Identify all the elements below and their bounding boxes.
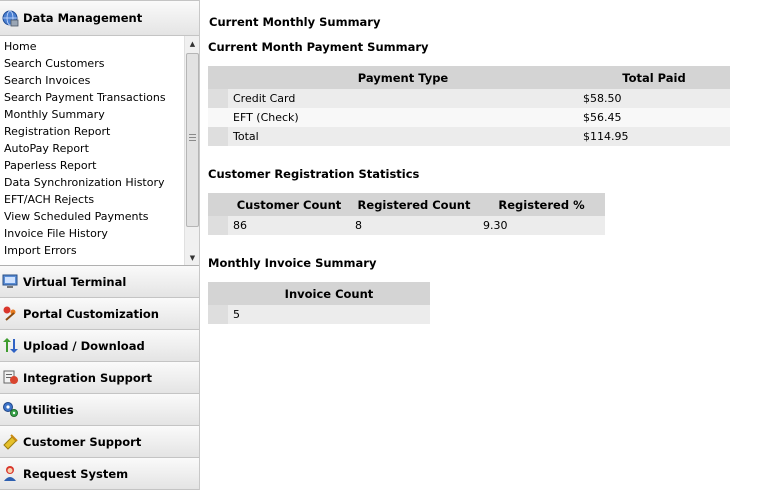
cell-total-paid: $56.45 bbox=[578, 108, 730, 127]
section-upload-download[interactable]: Upload / Download bbox=[0, 330, 199, 362]
invoice-summary-title: Monthly Invoice Summary bbox=[208, 256, 377, 270]
sidebar: Data Management Home Search Customers Se… bbox=[0, 0, 200, 490]
col-header-invoice-count: Invoice Count bbox=[228, 282, 430, 305]
support-icon bbox=[1, 433, 19, 451]
col-header-payment-type: Payment Type bbox=[228, 66, 578, 89]
up-down-arrows-icon bbox=[1, 337, 19, 355]
integration-icon bbox=[1, 369, 19, 387]
section-portal-customization[interactable]: Portal Customization bbox=[0, 298, 199, 330]
payment-summary-title: Current Month Payment Summary bbox=[208, 40, 429, 54]
section-label: Data Management bbox=[23, 11, 143, 25]
grip-icon bbox=[189, 134, 196, 143]
section-customer-support[interactable]: Customer Support bbox=[0, 426, 199, 458]
section-request-system[interactable]: Request System bbox=[0, 458, 199, 490]
brush-icon bbox=[1, 305, 19, 323]
section-label: Upload / Download bbox=[23, 338, 145, 353]
row-gutter bbox=[208, 193, 228, 216]
scroll-down-arrow-icon[interactable]: ▼ bbox=[185, 250, 199, 265]
cell-payment-type: EFT (Check) bbox=[228, 108, 578, 127]
nav-list: Home Search Customers Search Invoices Se… bbox=[0, 36, 199, 259]
cell-registered-percent: 9.30 bbox=[478, 216, 605, 235]
nav-item-invoice-file-history[interactable]: Invoice File History bbox=[4, 225, 199, 242]
cell-payment-type: Total bbox=[228, 127, 578, 146]
nav-item-search-payment-transactions[interactable]: Search Payment Transactions bbox=[4, 89, 199, 106]
table-row: EFT (Check) $56.45 bbox=[208, 108, 730, 127]
row-gutter bbox=[208, 89, 228, 108]
section-virtual-terminal[interactable]: Virtual Terminal bbox=[0, 266, 199, 298]
col-header-customer-count: Customer Count bbox=[228, 193, 350, 216]
section-label: Portal Customization bbox=[23, 306, 159, 321]
row-gutter bbox=[208, 282, 228, 305]
section-label: Customer Support bbox=[23, 434, 142, 449]
nav-item-import-errors[interactable]: Import Errors bbox=[4, 242, 199, 259]
nav-item-data-synchronization-history[interactable]: Data Synchronization History bbox=[4, 174, 199, 191]
table-row: 86 8 9.30 bbox=[208, 216, 605, 235]
cell-payment-type: Credit Card bbox=[228, 89, 578, 108]
scroll-thumb[interactable] bbox=[186, 53, 199, 227]
table-header-row: Customer Count Registered Count Register… bbox=[208, 193, 605, 216]
section-utilities[interactable]: Utilities bbox=[0, 394, 199, 426]
invoice-summary-table: Invoice Count 5 bbox=[208, 282, 430, 324]
row-gutter bbox=[208, 108, 228, 127]
cell-registered-count: 8 bbox=[350, 216, 478, 235]
nav-item-eft-ach-rejects[interactable]: EFT/ACH Rejects bbox=[4, 191, 199, 208]
row-gutter bbox=[208, 216, 228, 235]
section-label: Request System bbox=[23, 466, 129, 481]
cell-customer-count: 86 bbox=[228, 216, 350, 235]
row-gutter bbox=[208, 66, 228, 89]
cell-total-paid: $114.95 bbox=[578, 127, 730, 146]
table-row: Total $114.95 bbox=[208, 127, 730, 146]
col-header-total-paid: Total Paid bbox=[578, 66, 730, 89]
nav-item-autopay-report[interactable]: AutoPay Report bbox=[4, 140, 199, 157]
table-header-row: Payment Type Total Paid bbox=[208, 66, 730, 89]
nav-item-paperless-report[interactable]: Paperless Report bbox=[4, 157, 199, 174]
nav-list-panel: Home Search Customers Search Invoices Se… bbox=[0, 36, 199, 266]
scroll-up-arrow-icon[interactable]: ▲ bbox=[185, 36, 199, 51]
page-title: Current Monthly Summary bbox=[209, 15, 381, 29]
nav-item-home[interactable]: Home bbox=[4, 38, 199, 55]
section-label: Utilities bbox=[23, 402, 74, 417]
table-header-row: Invoice Count bbox=[208, 282, 430, 305]
nav-item-search-customers[interactable]: Search Customers bbox=[4, 55, 199, 72]
nav-item-registration-report[interactable]: Registration Report bbox=[4, 123, 199, 140]
col-header-registered-count: Registered Count bbox=[350, 193, 478, 216]
row-gutter bbox=[208, 127, 228, 146]
nav-item-view-scheduled-payments[interactable]: View Scheduled Payments bbox=[4, 208, 199, 225]
nav-item-search-invoices[interactable]: Search Invoices bbox=[4, 72, 199, 89]
table-row: 5 bbox=[208, 305, 430, 324]
registration-stats-title: Customer Registration Statistics bbox=[208, 167, 420, 181]
table-row: Credit Card $58.50 bbox=[208, 89, 730, 108]
cell-invoice-count: 5 bbox=[228, 305, 430, 324]
person-icon bbox=[1, 465, 19, 483]
nav-list-scrollbar[interactable]: ▲ ▼ bbox=[184, 36, 199, 265]
row-gutter bbox=[208, 305, 228, 324]
computer-icon bbox=[1, 273, 19, 291]
section-data-management[interactable]: Data Management bbox=[0, 0, 199, 36]
col-header-registered-percent: Registered % bbox=[478, 193, 605, 216]
registration-stats-table: Customer Count Registered Count Register… bbox=[208, 193, 605, 235]
section-integration-support[interactable]: Integration Support bbox=[0, 362, 199, 394]
section-label: Integration Support bbox=[23, 370, 152, 385]
section-label: Virtual Terminal bbox=[23, 274, 127, 289]
globe-disk-icon bbox=[1, 9, 19, 27]
nav-item-monthly-summary[interactable]: Monthly Summary bbox=[4, 106, 199, 123]
cell-total-paid: $58.50 bbox=[578, 89, 730, 108]
gears-icon bbox=[1, 401, 19, 419]
payment-summary-table: Payment Type Total Paid Credit Card $58.… bbox=[208, 66, 730, 146]
